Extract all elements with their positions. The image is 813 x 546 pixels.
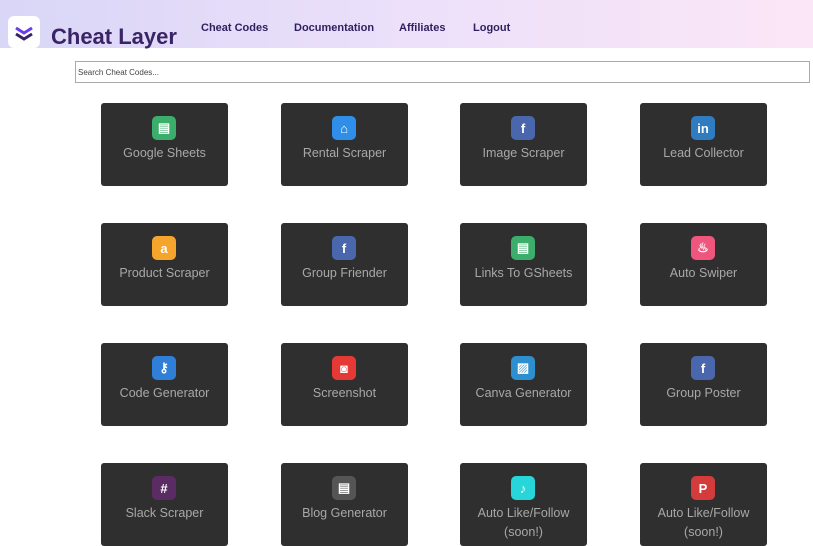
slack-icon: # [152, 476, 176, 500]
cheat-card-label: Auto Like/Follow (soon!) [657, 506, 750, 539]
cheat-card[interactable]: in Lead Collector [640, 103, 767, 186]
cheat-card-label: Links To GSheets [474, 266, 573, 280]
brand-name[interactable]: Cheat Layer [51, 24, 177, 50]
cheat-card[interactable]: ♪ Auto Like/Follow (soon!) [460, 463, 587, 546]
facebook-icon: f [332, 236, 356, 260]
cheat-card-label: Lead Collector [663, 146, 744, 160]
cheat-card[interactable]: f Group Friender [281, 223, 408, 306]
cheat-card[interactable]: ▤ Links To GSheets [460, 223, 587, 306]
logo-icon[interactable] [8, 16, 40, 48]
cheat-card-label: Image Scraper [482, 146, 565, 160]
cheat-card[interactable]: ▤ Blog Generator [281, 463, 408, 546]
nav-cheat-codes[interactable]: Cheat Codes [201, 22, 268, 34]
image-icon: ▨ [511, 356, 535, 380]
amazon-icon: a [152, 236, 176, 260]
cheat-card[interactable]: P Auto Like/Follow (soon!) [640, 463, 767, 546]
header: Cheat Layer Cheat Codes Documentation Af… [0, 0, 813, 50]
cheat-card-label: Code Generator [119, 386, 210, 400]
pinterest-icon: P [691, 476, 715, 500]
key-icon: ⚷ [152, 356, 176, 380]
search-input[interactable] [75, 61, 810, 83]
linkedin-icon: in [691, 116, 715, 140]
camera-icon: ◙ [332, 356, 356, 380]
cheat-card[interactable]: ▨ Canva Generator [460, 343, 587, 426]
cheat-card[interactable]: f Group Poster [640, 343, 767, 426]
facebook-icon: f [511, 116, 535, 140]
cheat-card-label: Screenshot [312, 386, 377, 400]
cheat-card[interactable]: ⚷ Code Generator [101, 343, 228, 426]
facebook-icon: f [691, 356, 715, 380]
cheat-card[interactable]: a Product Scraper [101, 223, 228, 306]
cheat-card-label: Blog Generator [302, 506, 387, 520]
cheat-card-label: Slack Scraper [125, 506, 204, 520]
cheat-card[interactable]: ◙ Screenshot [281, 343, 408, 426]
cheat-card[interactable]: ⌂ Rental Scraper [281, 103, 408, 186]
nav-documentation[interactable]: Documentation [294, 22, 374, 34]
cheat-card[interactable]: f Image Scraper [460, 103, 587, 186]
cheat-card[interactable]: ▤ Google Sheets [101, 103, 228, 186]
cheat-card-label: Group Poster [666, 386, 741, 400]
google-sheets-icon: ▤ [152, 116, 176, 140]
newspaper-icon: ▤ [332, 476, 356, 500]
cheat-card[interactable]: ♨ Auto Swiper [640, 223, 767, 306]
cheat-card-label: Auto Like/Follow (soon!) [477, 506, 570, 539]
cheat-card-label: Auto Swiper [669, 266, 738, 280]
cheat-card-label: Rental Scraper [302, 146, 387, 160]
cheat-card[interactable]: # Slack Scraper [101, 463, 228, 546]
cheat-card-label: Canva Generator [475, 386, 572, 400]
house-icon: ⌂ [332, 116, 356, 140]
tiktok-icon: ♪ [511, 476, 535, 500]
tinder-icon: ♨ [691, 236, 715, 260]
nav-logout[interactable]: Logout [473, 22, 510, 34]
google-sheets-icon: ▤ [511, 236, 535, 260]
cheat-card-label: Product Scraper [119, 266, 210, 280]
cheat-card-label: Group Friender [302, 266, 387, 280]
nav-affiliates[interactable]: Affiliates [399, 22, 445, 34]
cheat-card-label: Google Sheets [123, 146, 206, 160]
